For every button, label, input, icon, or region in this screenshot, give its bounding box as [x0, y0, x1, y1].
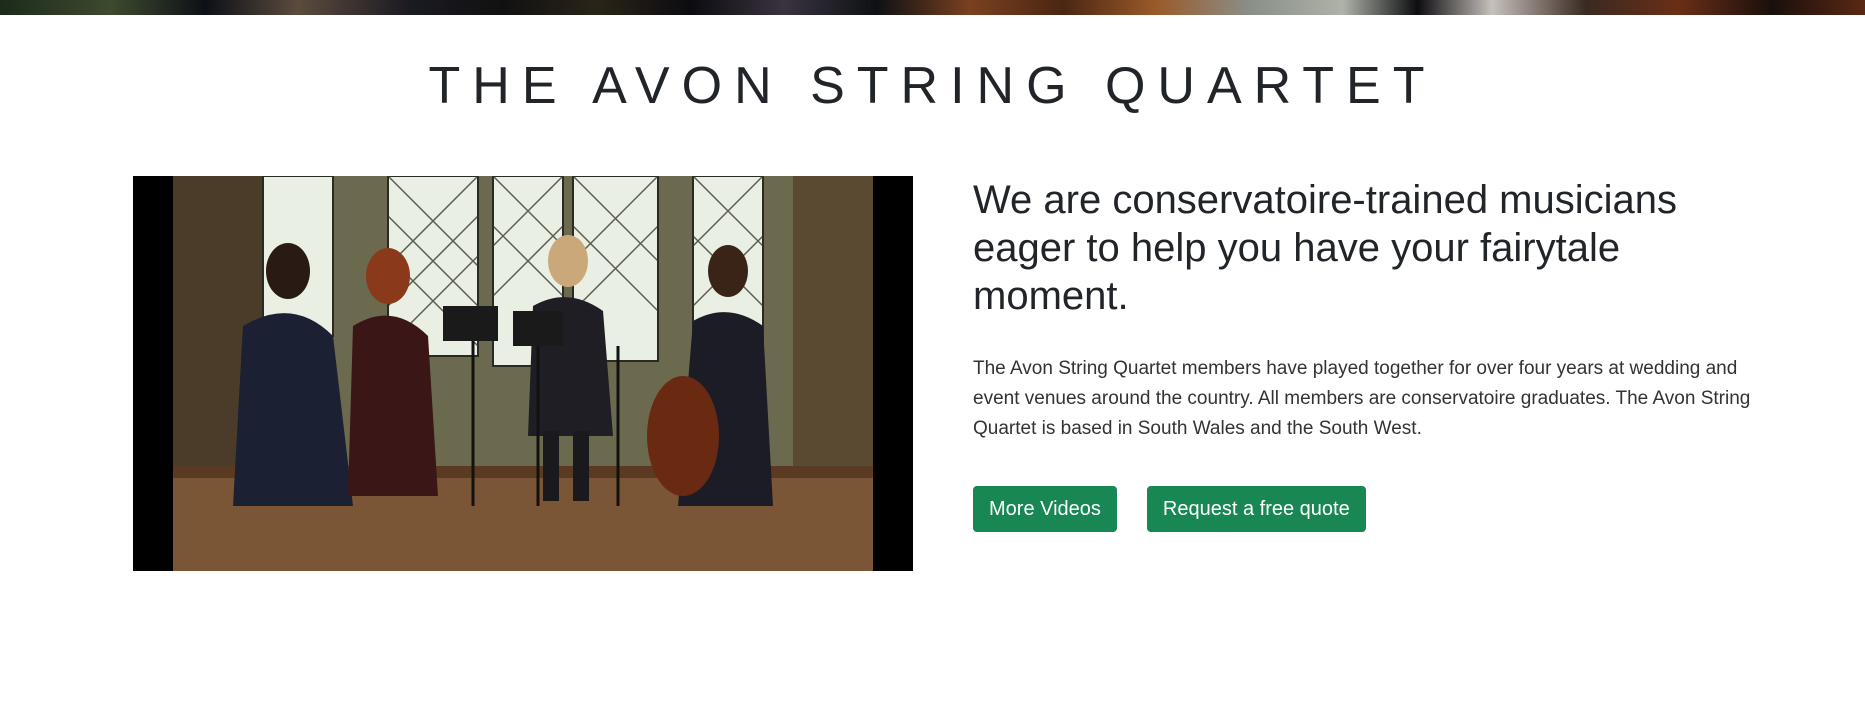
request-quote-button[interactable]: Request a free quote — [1146, 486, 1366, 532]
more-videos-button[interactable]: More Videos — [973, 486, 1117, 532]
site-title: THE AVON STRING QUARTET — [428, 57, 1437, 115]
header-banner-image — [0, 0, 1865, 15]
quartet-video-thumbnail — [173, 176, 873, 571]
video-player[interactable] — [133, 176, 913, 571]
action-buttons: More Videos Request a free quote — [973, 486, 1753, 532]
intro-headline: We are conservatoire-trained musicians e… — [973, 178, 1678, 318]
intro-section: We are conservatoire-trained musicians e… — [973, 176, 1753, 532]
intro-paragraph: The Avon String Quartet members have pla… — [973, 358, 1751, 439]
